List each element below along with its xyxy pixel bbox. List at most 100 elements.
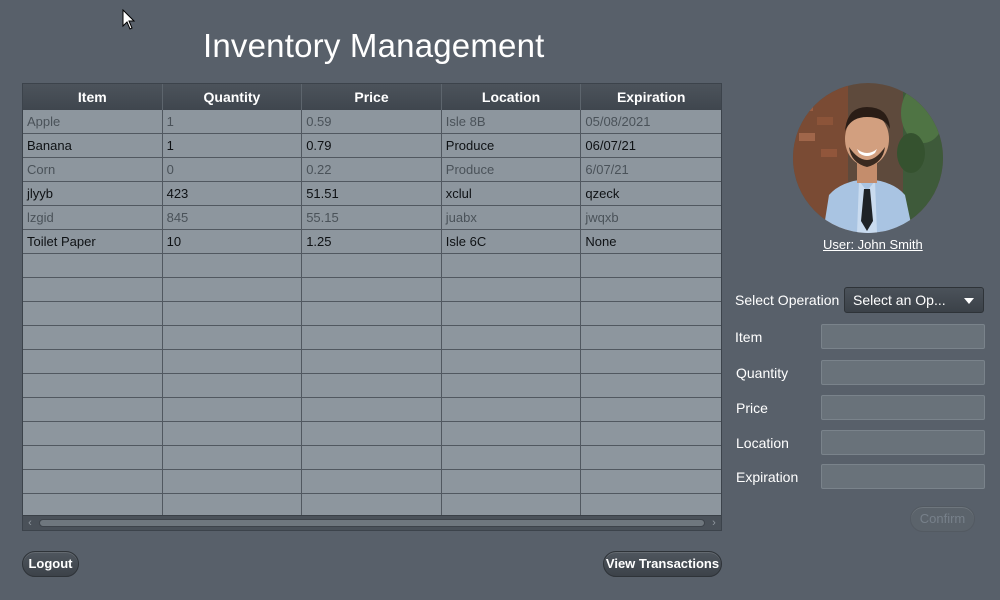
operation-select[interactable]: Select an Op... (844, 287, 984, 313)
cell-price[interactable] (302, 326, 442, 349)
cell-item[interactable] (23, 374, 163, 397)
cell-item[interactable] (23, 254, 163, 277)
cell-item[interactable]: Toilet Paper (23, 230, 163, 253)
cell-expiration[interactable]: 05/08/2021 (581, 110, 721, 133)
price-field[interactable] (821, 395, 985, 420)
cell-location[interactable] (442, 302, 582, 325)
cell-expiration[interactable]: 6/07/21 (581, 158, 721, 181)
cell-location[interactable] (442, 470, 582, 493)
cell-location[interactable] (442, 374, 582, 397)
item-field[interactable] (821, 324, 985, 349)
cell-price[interactable] (302, 494, 442, 515)
column-header-price[interactable]: Price (302, 84, 442, 110)
cell-price[interactable] (302, 350, 442, 373)
cell-item[interactable] (23, 278, 163, 301)
cell-quantity[interactable]: 1 (163, 110, 303, 133)
cell-item[interactable] (23, 350, 163, 373)
cell-location[interactable] (442, 446, 582, 469)
cell-item[interactable]: Corn (23, 158, 163, 181)
cell-location[interactable]: Produce (442, 158, 582, 181)
cell-price[interactable] (302, 422, 442, 445)
cell-price[interactable] (302, 302, 442, 325)
table-row[interactable] (23, 374, 721, 398)
confirm-button[interactable]: Confirm (910, 506, 975, 532)
cell-item[interactable]: lzgid (23, 206, 163, 229)
cell-price[interactable] (302, 446, 442, 469)
table-row[interactable] (23, 422, 721, 446)
column-header-expiration[interactable]: Expiration (581, 84, 721, 110)
cell-price[interactable]: 0.79 (302, 134, 442, 157)
cell-expiration[interactable] (581, 254, 721, 277)
cell-quantity[interactable]: 423 (163, 182, 303, 205)
cell-item[interactable] (23, 302, 163, 325)
table-row[interactable] (23, 398, 721, 422)
cell-expiration[interactable] (581, 470, 721, 493)
column-header-location[interactable]: Location (442, 84, 582, 110)
chevron-left-icon[interactable]: ‹ (23, 516, 37, 530)
cell-item[interactable] (23, 422, 163, 445)
cell-location[interactable] (442, 350, 582, 373)
logout-button[interactable]: Logout (22, 551, 79, 577)
table-row[interactable] (23, 278, 721, 302)
table-row[interactable]: jlyyb 423 51.51 xclul qzeck (23, 182, 721, 206)
cell-location[interactable]: Isle 8B (442, 110, 582, 133)
cell-quantity[interactable] (163, 422, 303, 445)
cell-quantity[interactable]: 1 (163, 134, 303, 157)
cell-location[interactable]: xclul (442, 182, 582, 205)
cell-expiration[interactable] (581, 350, 721, 373)
cell-quantity[interactable] (163, 278, 303, 301)
cell-price[interactable] (302, 278, 442, 301)
scrollbar-thumb[interactable] (39, 519, 705, 527)
table-row[interactable]: Banana 1 0.79 Produce 06/07/21 (23, 134, 721, 158)
column-header-item[interactable]: Item (23, 84, 163, 110)
cell-quantity[interactable]: 10 (163, 230, 303, 253)
cell-item[interactable]: Banana (23, 134, 163, 157)
cell-quantity[interactable] (163, 350, 303, 373)
quantity-field[interactable] (821, 360, 985, 385)
table-row[interactable] (23, 494, 721, 515)
column-header-quantity[interactable]: Quantity (163, 84, 303, 110)
cell-quantity[interactable] (163, 398, 303, 421)
cell-price[interactable] (302, 374, 442, 397)
table-row[interactable] (23, 302, 721, 326)
cell-expiration[interactable] (581, 374, 721, 397)
cell-expiration[interactable]: qzeck (581, 182, 721, 205)
cell-price[interactable]: 55.15 (302, 206, 442, 229)
chevron-right-icon[interactable]: › (707, 516, 721, 530)
cell-price[interactable]: 0.22 (302, 158, 442, 181)
cell-location[interactable] (442, 422, 582, 445)
cell-quantity[interactable]: 0 (163, 158, 303, 181)
cell-price[interactable]: 1.25 (302, 230, 442, 253)
cell-expiration[interactable]: jwqxb (581, 206, 721, 229)
cell-location[interactable]: Produce (442, 134, 582, 157)
cell-expiration[interactable] (581, 326, 721, 349)
cell-expiration[interactable]: 06/07/21 (581, 134, 721, 157)
cell-expiration[interactable] (581, 422, 721, 445)
cell-price[interactable] (302, 470, 442, 493)
cell-quantity[interactable] (163, 446, 303, 469)
table-row[interactable] (23, 350, 721, 374)
table-row[interactable] (23, 254, 721, 278)
cell-expiration[interactable] (581, 278, 721, 301)
cell-price[interactable]: 51.51 (302, 182, 442, 205)
cell-item[interactable] (23, 446, 163, 469)
cell-location[interactable] (442, 398, 582, 421)
table-row[interactable] (23, 446, 721, 470)
table-row[interactable] (23, 326, 721, 350)
cell-item[interactable] (23, 494, 163, 515)
cell-quantity[interactable] (163, 326, 303, 349)
cell-expiration[interactable] (581, 494, 721, 515)
cell-location[interactable] (442, 494, 582, 515)
cell-item[interactable] (23, 326, 163, 349)
cell-quantity[interactable] (163, 494, 303, 515)
location-field[interactable] (821, 430, 985, 455)
user-link[interactable]: User: John Smith (823, 237, 923, 252)
cell-quantity[interactable] (163, 254, 303, 277)
expiration-field[interactable] (821, 464, 985, 489)
table-row[interactable]: Apple 1 0.59 Isle 8B 05/08/2021 (23, 110, 721, 134)
horizontal-scrollbar[interactable]: ‹ › (23, 515, 721, 530)
cell-quantity[interactable] (163, 374, 303, 397)
table-row[interactable]: lzgid 845 55.15 juabx jwqxb (23, 206, 721, 230)
table-row[interactable]: Corn 0 0.22 Produce 6/07/21 (23, 158, 721, 182)
cell-location[interactable]: juabx (442, 206, 582, 229)
